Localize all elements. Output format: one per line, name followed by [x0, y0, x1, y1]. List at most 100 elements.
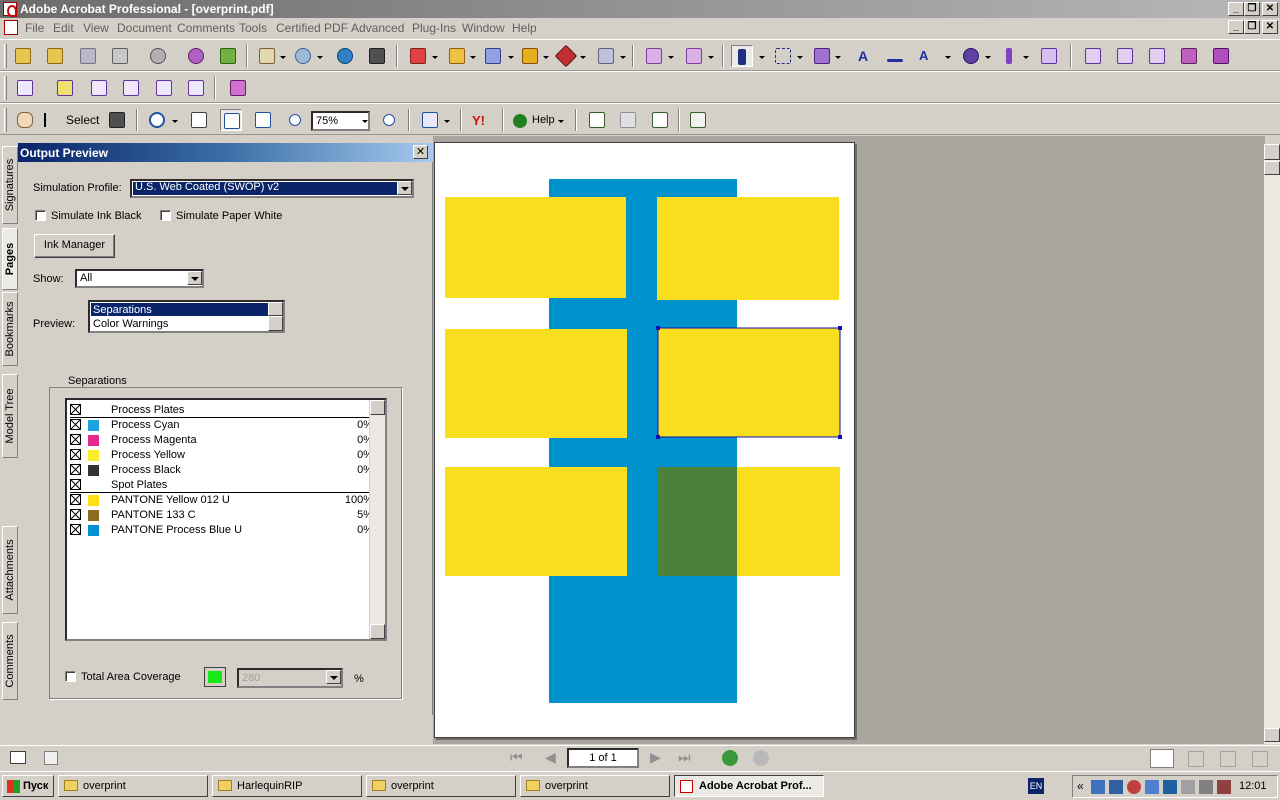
taskbar-item-acrobat[interactable]: Adobe Acrobat Prof...: [674, 775, 824, 797]
pdf-create-icon[interactable]: [407, 45, 429, 67]
pages-edit-icon[interactable]: [683, 45, 705, 67]
chevron-down-icon[interactable]: [620, 56, 626, 59]
pdf-page[interactable]: [434, 142, 855, 738]
tray-sync-icon[interactable]: [1145, 780, 1159, 794]
yellow-rect-5[interactable]: [445, 467, 627, 576]
tray-battery-icon[interactable]: [1217, 780, 1231, 794]
chevron-down-icon[interactable]: [362, 120, 368, 123]
export-icon[interactable]: [217, 45, 239, 67]
menu-window[interactable]: Window: [462, 21, 505, 35]
pdf-optimizer-icon[interactable]: [227, 77, 249, 99]
transform-icon[interactable]: [960, 45, 982, 67]
email-icon[interactable]: [147, 45, 169, 67]
chevron-down-icon[interactable]: [668, 56, 674, 59]
chevron-down-icon[interactable]: [945, 56, 951, 59]
chevron-down-icon[interactable]: [835, 56, 841, 59]
previous-page-icon[interactable]: ◀: [545, 749, 556, 766]
save-icon[interactable]: [77, 45, 99, 67]
menu-comments[interactable]: Comments: [177, 21, 235, 35]
toolbar-grip[interactable]: [4, 44, 7, 68]
review-icon[interactable]: [446, 45, 468, 67]
menu-edit[interactable]: Edit: [53, 21, 74, 35]
crop-pages-icon[interactable]: [88, 77, 110, 99]
simulation-profile-select[interactable]: U.S. Web Coated (SWOP) v2: [130, 179, 414, 198]
toolbar-grip[interactable]: [4, 108, 7, 132]
continuous-facing-layout-icon[interactable]: [1252, 751, 1268, 767]
menu-document[interactable]: Document: [117, 21, 172, 35]
chevron-down-icon[interactable]: [543, 56, 549, 59]
arrow-shape-icon[interactable]: [811, 45, 833, 67]
first-page-icon[interactable]: ⏮: [510, 749, 523, 766]
rotate-view-icon[interactable]: [419, 109, 441, 131]
menu-advanced[interactable]: Advanced: [351, 21, 404, 35]
tab-attachments[interactable]: Attachments: [2, 526, 18, 614]
organizer-icon[interactable]: [44, 45, 66, 67]
chevron-down-icon[interactable]: [432, 56, 438, 59]
chevron-down-icon[interactable]: [470, 56, 476, 59]
print-icon[interactable]: [109, 45, 131, 67]
taskbar-item-overprint-3[interactable]: overprint: [520, 775, 670, 797]
select-tool-label[interactable]: Select: [66, 113, 99, 127]
menu-plug-ins[interactable]: Plug-Ins: [412, 21, 456, 35]
tab-signatures[interactable]: Signatures: [2, 146, 18, 224]
scroll-down-icon[interactable]: [1264, 728, 1280, 742]
lock-icon[interactable]: [519, 45, 541, 67]
pages-panel-icon[interactable]: [10, 751, 26, 764]
baseline-icon[interactable]: [884, 45, 906, 67]
language-indicator[interactable]: EN: [1028, 778, 1044, 794]
chevron-down-icon[interactable]: [317, 56, 323, 59]
open-icon[interactable]: [12, 45, 34, 67]
fix-hairlines-icon[interactable]: [1146, 45, 1168, 67]
separation-row[interactable]: Process Cyan 0%: [70, 418, 373, 433]
pointer-icon[interactable]: [998, 45, 1020, 67]
measure-area-icon[interactable]: [617, 109, 639, 131]
scroll-down-icon[interactable]: [268, 316, 283, 331]
doc-restore-button[interactable]: ❐: [1244, 20, 1260, 34]
separation-checkbox[interactable]: [70, 434, 81, 445]
tray-network-icon[interactable]: [1091, 780, 1105, 794]
help-menu-label[interactable]: Help: [532, 114, 555, 126]
zoom-out-icon[interactable]: [284, 109, 306, 131]
separation-checkbox[interactable]: [70, 479, 81, 490]
page-box-icon[interactable]: [1038, 45, 1060, 67]
sign-pen-icon[interactable]: [554, 44, 578, 68]
total-area-coverage-checkbox[interactable]: [65, 671, 76, 682]
single-page-layout-icon[interactable]: [1150, 749, 1174, 768]
scroll-down-icon[interactable]: [370, 624, 385, 639]
simulate-ink-black-checkbox[interactable]: [35, 210, 46, 221]
chevron-down-icon[interactable]: [280, 56, 286, 59]
tray-tool-icon[interactable]: [1181, 780, 1195, 794]
separation-header-row[interactable]: Process Plates: [70, 403, 373, 418]
separation-row[interactable]: Process Black 0%: [70, 463, 373, 478]
actual-size-icon[interactable]: [188, 109, 210, 131]
chevron-down-icon[interactable]: [397, 181, 412, 195]
text-touchup-icon[interactable]: A: [852, 45, 874, 67]
output-preview-icon[interactable]: [1114, 45, 1136, 67]
total-area-coverage-label[interactable]: Total Area Coverage: [81, 671, 181, 683]
transparency-icon[interactable]: [153, 77, 175, 99]
separation-row[interactable]: Process Magenta 0%: [70, 433, 373, 448]
coverage-color-swatch[interactable]: [204, 667, 226, 687]
panel-expand-icon[interactable]: [1264, 144, 1280, 160]
pages-icon[interactable]: [643, 45, 665, 67]
simulate-paper-white-checkbox[interactable]: [160, 210, 171, 221]
separation-checkbox[interactable]: [70, 404, 81, 415]
select-text-icon[interactable]: [44, 113, 46, 127]
yellow-rect-2[interactable]: [657, 197, 839, 300]
preview-listbox[interactable]: Separations Color Warnings: [88, 300, 285, 333]
tab-model-tree[interactable]: Model Tree: [2, 374, 18, 458]
chevron-down-icon[interactable]: [985, 56, 991, 59]
tab-pages[interactable]: Pages: [2, 228, 18, 290]
simulate-ink-black-label[interactable]: Simulate Ink Black: [51, 210, 141, 222]
menu-help[interactable]: Help: [512, 21, 537, 35]
convert-colors-icon[interactable]: [1178, 45, 1200, 67]
scroll-up-icon[interactable]: [370, 400, 385, 415]
next-page-icon[interactable]: ▶: [650, 749, 661, 766]
fix-icon[interactable]: [120, 77, 142, 99]
facing-layout-icon[interactable]: [1220, 751, 1236, 767]
close-window-button[interactable]: ✕: [1262, 2, 1278, 16]
document-icon[interactable]: [4, 20, 18, 35]
go-forward-icon[interactable]: [753, 750, 769, 766]
sort-icon[interactable]: A: [916, 45, 938, 67]
preview-option-separations[interactable]: Separations: [93, 304, 152, 316]
